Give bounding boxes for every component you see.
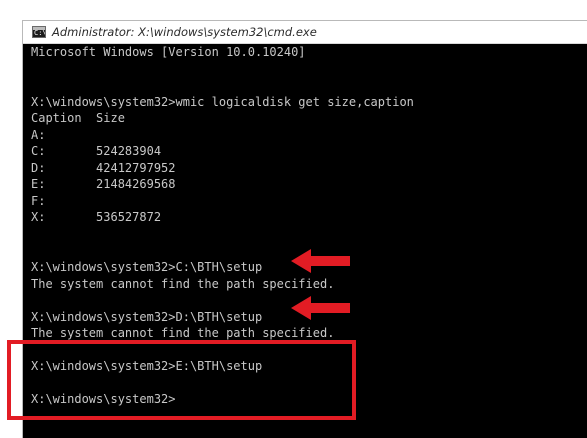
console-line: X: 536527872 <box>31 210 162 225</box>
red-arrow-icon <box>291 249 350 273</box>
cmd-icon: C:\ <box>32 26 46 38</box>
console-line: E: 21484269568 <box>31 177 176 192</box>
console-line: F: <box>31 193 46 208</box>
window-title: Administrator: X:\windows\system32\cmd.e… <box>52 25 317 39</box>
console-line: A: <box>31 127 46 142</box>
console-line: X:\windows\system32>wmic logicaldisk get… <box>31 94 414 109</box>
red-highlight-box <box>7 340 356 420</box>
console-line: The system cannot find the path specifie… <box>31 276 335 291</box>
console-line: D: 42412797952 <box>31 160 176 175</box>
red-arrow-icon <box>291 296 350 320</box>
title-bar[interactable]: C:\ Administrator: X:\windows\system32\c… <box>23 21 587 44</box>
console-line: Caption Size <box>31 111 125 126</box>
console-line: C: 524283904 <box>31 144 162 159</box>
console-line: Microsoft Windows [Version 10.0.10240] <box>31 45 306 59</box>
